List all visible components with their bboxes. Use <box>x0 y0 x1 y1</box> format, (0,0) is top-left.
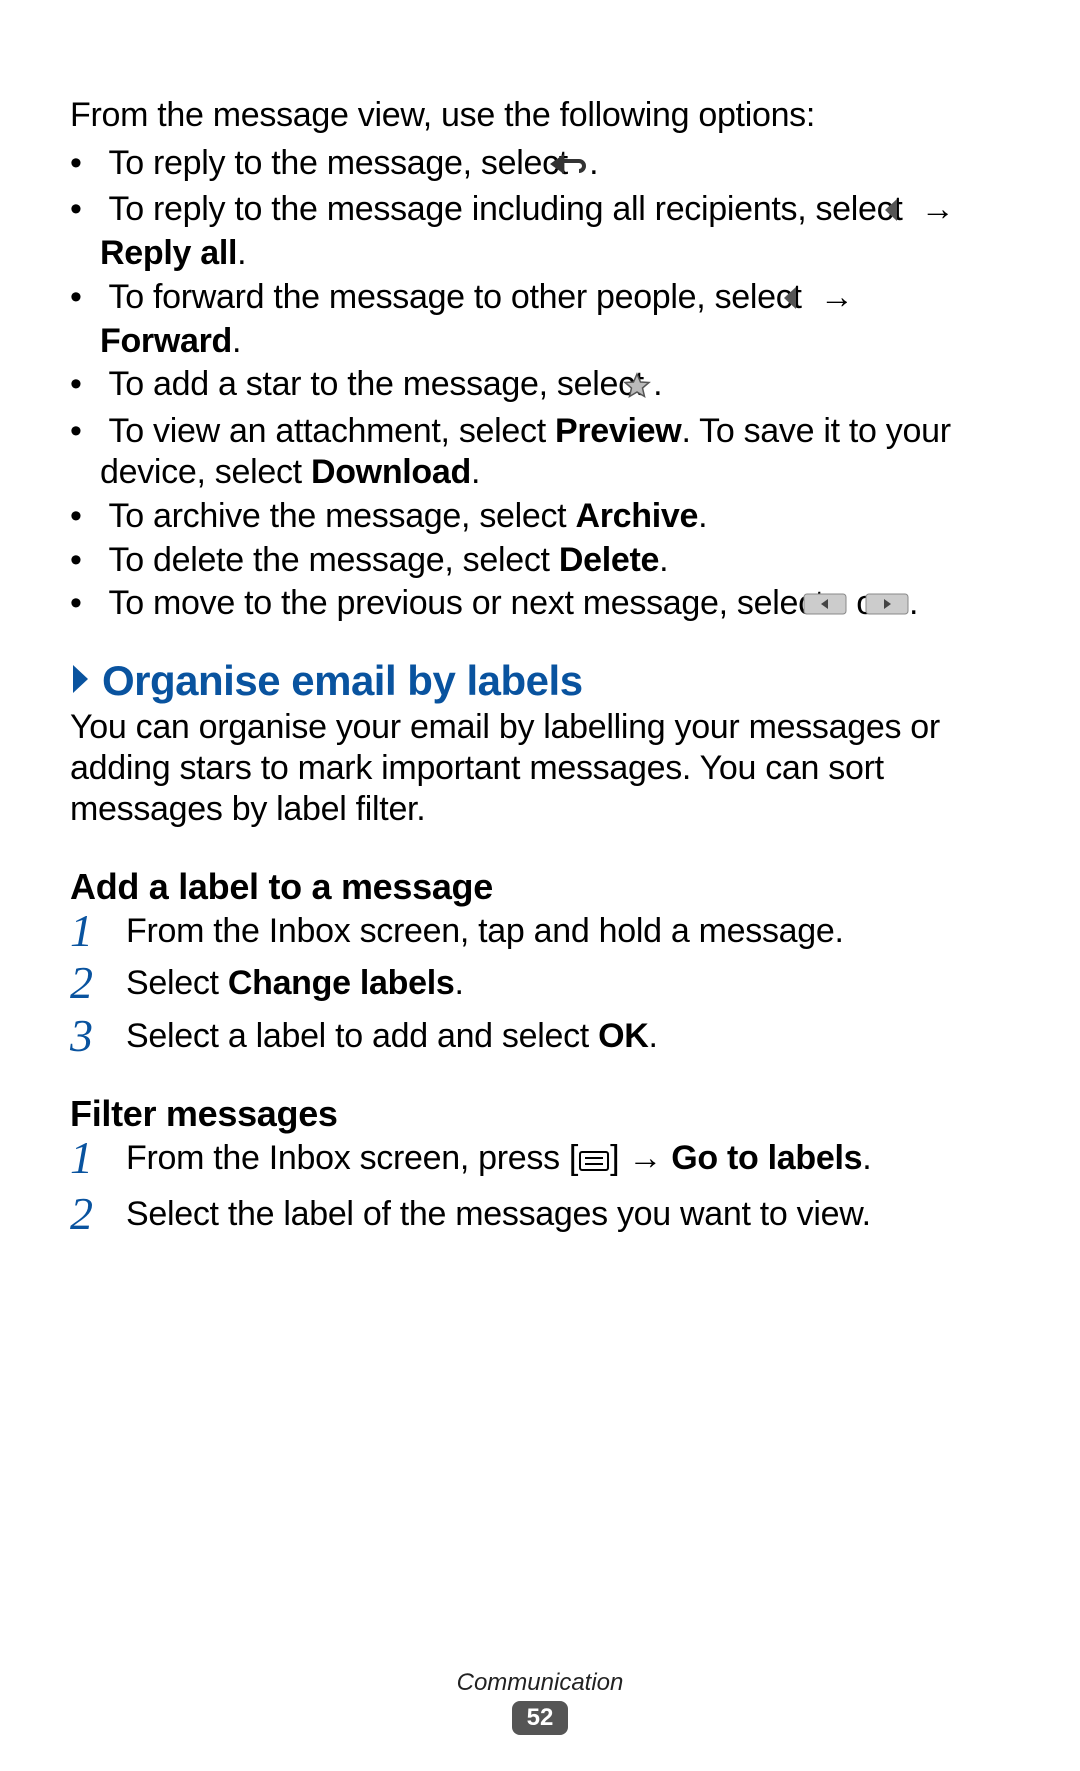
section-body: You can organise your email by labelling… <box>70 707 1010 829</box>
steps-filter: From the Inbox screen, press [] → Go to … <box>70 1137 1010 1235</box>
option-prev-next: To move to the previous or next message,… <box>70 583 1010 627</box>
option-reply: To reply to the message, select . <box>70 143 1010 187</box>
option-archive: To archive the message, select Archive. <box>70 496 1010 537</box>
section-heading: Organise email by labels <box>70 657 1010 705</box>
option-reply-all: To reply to the message including all re… <box>70 189 1010 274</box>
step: Select a label to add and select OK. <box>70 1015 1010 1058</box>
option-delete: To delete the message, select Delete. <box>70 540 1010 581</box>
step: Select Change labels. <box>70 962 1010 1005</box>
footer-section-label: Communication <box>0 1669 1080 1697</box>
step: Select the label of the messages you wan… <box>70 1193 1010 1236</box>
subheading-add-label: Add a label to a message <box>70 866 1010 908</box>
prev-button-icon <box>833 586 847 627</box>
section-title: Organise email by labels <box>102 657 583 705</box>
page-number-badge: 52 <box>512 1701 568 1735</box>
step: From the Inbox screen, press [] → Go to … <box>70 1137 1010 1183</box>
steps-add-label: From the Inbox screen, tap and hold a me… <box>70 910 1010 1058</box>
reply-icon <box>577 146 589 187</box>
manual-page: From the message view, use the following… <box>0 0 1080 1771</box>
menu-key-icon <box>578 1140 610 1183</box>
chevron-right-icon <box>70 662 92 701</box>
subheading-filter: Filter messages <box>70 1093 1010 1135</box>
page-footer: Communication 52 <box>0 1669 1080 1735</box>
intro-text: From the message view, use the following… <box>70 94 1010 137</box>
step: From the Inbox screen, tap and hold a me… <box>70 910 1010 953</box>
option-star: To add a star to the message, select . <box>70 364 1010 408</box>
options-list: To reply to the message, select . To rep… <box>70 143 1010 628</box>
option-forward: To forward the message to other people, … <box>70 277 1010 362</box>
next-button-icon <box>895 586 909 627</box>
option-attachment: To view an attachment, select Preview. T… <box>70 411 1010 493</box>
